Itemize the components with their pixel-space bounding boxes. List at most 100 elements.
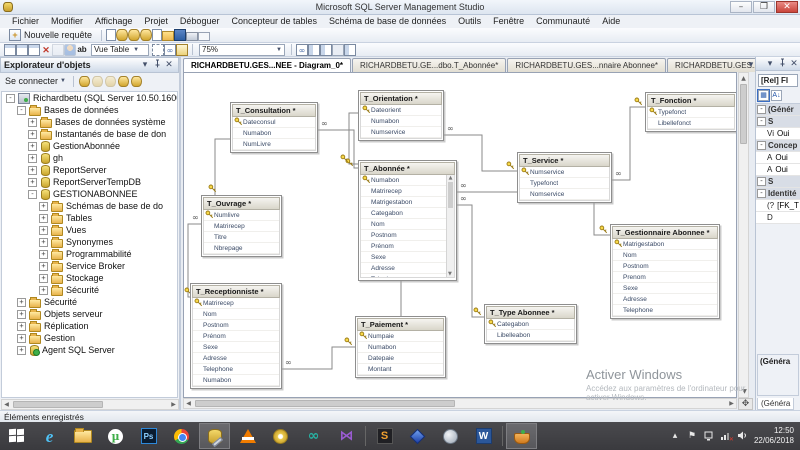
table-field-row[interactable]: Prénom (361, 241, 454, 252)
property-row[interactable]: AOui (756, 152, 800, 164)
tree-item-agent-sql-server[interactable]: +Agent SQL Server (2, 344, 177, 356)
fk-receptionniste-paiement[interactable] (282, 347, 355, 369)
close-icon[interactable]: ✕ (788, 58, 800, 70)
collapse-icon[interactable]: - (757, 189, 766, 198)
zoom-dropdown[interactable]: 75% ▼ (199, 44, 285, 56)
manage-indexes-icon[interactable] (176, 44, 188, 56)
tree-item-service-broker[interactable]: +Service Broker (2, 260, 177, 272)
save-icon[interactable] (174, 29, 186, 41)
collapse-icon[interactable]: - (757, 177, 766, 186)
table-field-row[interactable]: Sexe (613, 283, 717, 294)
disc-burner-icon[interactable] (265, 423, 296, 449)
table-field-row[interactable]: Libellefonct (648, 118, 734, 129)
add-table-icon[interactable] (16, 44, 28, 56)
tree-item-synonymes[interactable]: +Synonymes (2, 236, 177, 248)
table-field-row[interactable]: Numabon (361, 116, 441, 127)
table-node-t-paiement[interactable]: T_Paiement *NumpaieNumabonDatepaieMontan… (355, 316, 446, 378)
db-open-icon[interactable] (128, 29, 140, 41)
tree-expander-icon[interactable]: + (28, 178, 37, 187)
open-folder-icon[interactable] (162, 31, 174, 41)
properties-bottom-tab[interactable]: (Généra (757, 398, 794, 410)
blue-gem-icon[interactable] (402, 423, 433, 449)
table-field-row[interactable]: Postnom (361, 230, 454, 241)
tree-expander-icon[interactable]: + (17, 346, 26, 355)
tree-expander-icon[interactable]: + (17, 298, 26, 307)
tree-expander-icon[interactable]: + (39, 214, 48, 223)
tree-item-instantan-s-de-base-de-don[interactable]: +Instantanés de base de don (2, 128, 177, 140)
table-field-row[interactable]: Numabon (193, 375, 279, 386)
menu-concepteur-de-tables[interactable]: Concepteur de tables (225, 15, 323, 28)
tree-expander-icon[interactable]: + (39, 226, 48, 235)
collapse-icon[interactable]: - (757, 141, 766, 150)
property-row[interactable]: -Concep (756, 140, 800, 152)
table-field-row[interactable]: Matrirecep (361, 186, 454, 197)
new-query-button[interactable]: Nouvelle requête (4, 27, 97, 43)
table-field-row[interactable]: Typefonct (520, 178, 609, 189)
scroll-thumb[interactable] (740, 84, 747, 144)
scroll-thumb[interactable] (448, 182, 453, 208)
new-relation-icon[interactable] (296, 44, 308, 56)
utorrent-icon[interactable]: µ (100, 423, 131, 449)
tree-item-gestion[interactable]: +Gestion (2, 332, 177, 344)
chrome-icon[interactable] (166, 423, 197, 449)
swirl-app-icon[interactable] (435, 423, 466, 449)
power-icon[interactable] (703, 430, 715, 442)
menu-affichage[interactable]: Affichage (89, 15, 138, 28)
alphabetical-sort-icon[interactable]: A↓ (771, 90, 782, 101)
speaker-icon[interactable] (737, 430, 749, 442)
tree-expander-icon[interactable]: + (39, 262, 48, 271)
tree-item-gestionabonn-e[interactable]: +GestionAbonnée (2, 140, 177, 152)
tree-item-sch-mas-de-base-de-do[interactable]: +Schémas de base de do (2, 200, 177, 212)
tree-item-programmabilit[interactable]: +Programmabilité (2, 248, 177, 260)
zoom-to-fit-icon[interactable] (152, 44, 164, 56)
connect-dropdown[interactable]: Se connecter ▼ (3, 76, 68, 86)
connect-server-icon[interactable] (79, 76, 90, 87)
tree-expander-icon[interactable]: + (39, 202, 48, 211)
table-field-row[interactable]: Numlivre (204, 210, 279, 221)
tab-richardbetu-ge-dbo-t-a[interactable]: RICHARDBETU.GE...dbo.T_Abonnée* (352, 58, 506, 72)
scroll-down-icon[interactable]: ▼ (448, 271, 452, 277)
person-icon[interactable] (64, 44, 76, 56)
table-node-t-service[interactable]: T_Service *NumserviceTypefonctNomservice (517, 152, 612, 203)
table-field-row[interactable]: Nom (193, 309, 279, 320)
clock[interactable]: 12:50 22/06/2018 (754, 426, 794, 446)
properties-object-dropdown[interactable]: [Rel] Fl (758, 74, 798, 87)
start-button[interactable] (1, 423, 32, 449)
table-field-row[interactable]: Nom (361, 219, 454, 230)
table-field-row[interactable]: Matrirecep (204, 221, 279, 232)
tree-expander-icon[interactable]: + (28, 130, 37, 139)
table-field-row[interactable]: Telephone (361, 274, 454, 278)
scroll-right-icon[interactable]: ▶ (169, 400, 178, 409)
table-field-row[interactable]: Typefonct (648, 107, 734, 118)
table-node-t-orientation[interactable]: T_Orientation *DateorientNumabonNumservi… (358, 90, 444, 141)
view-table-dropdown[interactable]: Vue Table ▼ (91, 44, 149, 56)
tab-richardbetu-ges-nnaire[interactable]: RICHARDBETU.GES...nnaire Abonnee* (507, 58, 666, 72)
property-row[interactable]: AOui (756, 164, 800, 176)
tree-expander-icon[interactable]: + (39, 238, 48, 247)
visual-studio-icon[interactable]: ⋈ (331, 423, 362, 449)
undo-icon[interactable] (52, 44, 64, 56)
tree-expander-icon[interactable]: + (39, 274, 48, 283)
tree-item-tables[interactable]: +Tables (2, 212, 177, 224)
tree-item-s-curit[interactable]: +Sécurité (2, 284, 177, 296)
tree-expander-icon[interactable]: - (6, 94, 15, 103)
db-script-icon[interactable] (140, 29, 152, 41)
table-field-row[interactable]: Adresse (361, 263, 454, 274)
document-icon[interactable] (152, 29, 162, 41)
table-node-t-fonction[interactable]: T_Fonction *TypefonctLibellefonct (645, 92, 737, 132)
close-button[interactable]: ✕ (776, 1, 798, 13)
table-field-row[interactable]: Matrigestabon (361, 197, 454, 208)
basket-app-icon[interactable] (506, 423, 537, 449)
diagram-canvas[interactable]: ∞∞∞∞∞∞∞∞T_Consultation *DateconsulNumabo… (183, 72, 737, 398)
object-explorer-hscrollbar[interactable]: ◀ ▶ (1, 399, 179, 410)
fk-abonnee-type-abonnee[interactable] (457, 205, 484, 317)
table-field-row[interactable]: Prenom (613, 272, 717, 283)
close-icon[interactable]: ✕ (163, 59, 175, 71)
disconnect-icon[interactable] (92, 76, 103, 87)
tab-richardbetu-ges-nee[interactable]: RICHARDBETU.GES...NEE - Diagram_0* (183, 58, 351, 72)
window-position-icon[interactable]: ▾ (139, 59, 151, 71)
property-row[interactable]: (?[FK_T (756, 200, 800, 212)
tree-expander-icon[interactable]: + (28, 166, 37, 175)
window-position-icon[interactable]: ▾ (764, 58, 776, 70)
delete-table-icon[interactable] (40, 44, 52, 56)
